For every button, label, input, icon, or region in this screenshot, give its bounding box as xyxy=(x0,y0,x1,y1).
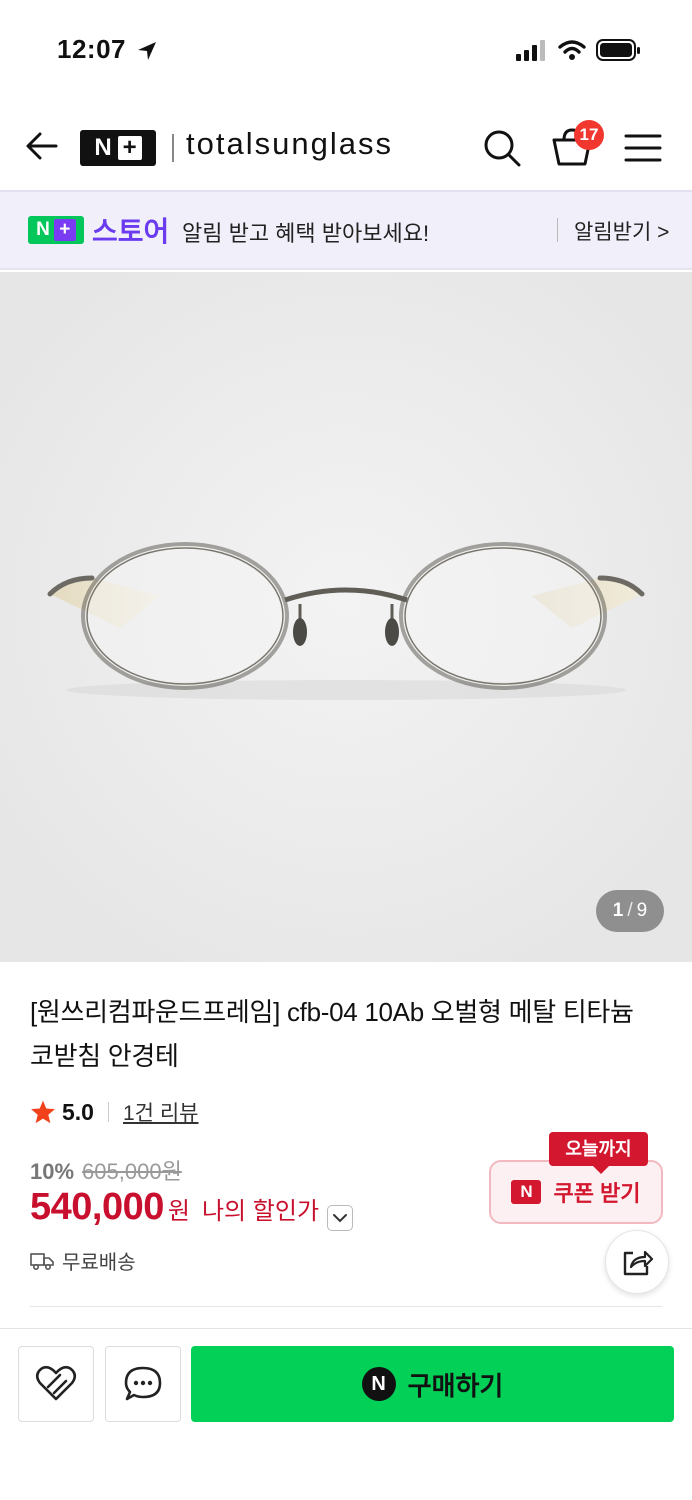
product-title: [원쓰리컴파운드프레임] cfb-04 10Ab 오벌형 메탈 티타늄 코받침 … xyxy=(30,997,634,1071)
notice-message: 알림 받고 혜택 받아보세요! xyxy=(182,221,430,246)
coupon-deadline-tag: 오늘까지 xyxy=(549,1132,648,1174)
product-image[interactable] xyxy=(0,272,692,962)
shipping-info: 무료배송 xyxy=(30,1246,136,1275)
wifi-icon xyxy=(558,40,586,60)
my-price-label[interactable]: 나의 할인가 xyxy=(202,1191,319,1226)
image-counter-total: 9 xyxy=(636,900,648,921)
sale-price: 540,000 xyxy=(30,1186,164,1228)
status-time: 12:07 xyxy=(57,34,126,64)
menu-icon[interactable] xyxy=(624,132,662,164)
coupon-label: 쿠폰 받기 xyxy=(553,1181,641,1206)
info-divider xyxy=(30,1306,662,1307)
rating-divider xyxy=(107,1102,109,1122)
star-icon xyxy=(31,1100,55,1124)
coupon-n-logo: N xyxy=(511,1180,542,1204)
brand-name[interactable]: totalsunglass xyxy=(186,126,393,162)
discount-row: 10% 605,000원 xyxy=(30,1154,182,1186)
notice-divider xyxy=(557,218,558,242)
naver-plus-logo-n: N xyxy=(36,219,50,240)
talk-talk-button[interactable] xyxy=(105,1346,181,1422)
battery-icon xyxy=(596,39,640,61)
buy-label: 구매하기 xyxy=(407,1370,504,1401)
image-counter: 1 / 9 xyxy=(596,890,664,932)
buy-button[interactable]: N 구매하기 xyxy=(191,1346,674,1422)
rating-row: 5.0 1건 리뷰 xyxy=(30,1097,198,1127)
price-row: 540,000 원 나의 할인가 xyxy=(30,1186,354,1231)
eyeglasses-illustration xyxy=(0,272,692,962)
store-label: 스토어 xyxy=(92,216,170,247)
header: N + totalsunglass 17 xyxy=(0,100,692,192)
heart-icon xyxy=(35,1365,77,1401)
shipping-text: 무료배송 xyxy=(62,1252,136,1274)
share-button[interactable] xyxy=(605,1230,669,1294)
chat-bubble-icon xyxy=(124,1366,162,1401)
location-arrow-icon xyxy=(138,42,156,60)
status-bar: 12:07 xyxy=(0,0,692,100)
cellular-signal-icon xyxy=(516,40,545,61)
price-unit: 원 xyxy=(167,1198,190,1225)
bottom-bar-divider xyxy=(0,1328,692,1329)
subscribe-alert-link[interactable]: 알림받기 > xyxy=(574,216,669,246)
chevron-down-icon xyxy=(333,1214,348,1223)
search-icon[interactable] xyxy=(482,128,522,168)
naver-plus-logo: N + xyxy=(28,216,84,244)
share-icon xyxy=(623,1250,653,1276)
npay-icon: N xyxy=(361,1367,396,1401)
discount-rate: 10% xyxy=(30,1159,75,1184)
brand-divider xyxy=(172,134,174,162)
brand-logo-n: N xyxy=(94,134,112,161)
notification-banner[interactable]: N + 스토어 알림 받고 혜택 받아보세요! 알림받기 > xyxy=(0,192,692,270)
delivery-truck-icon xyxy=(30,1252,54,1270)
image-counter-current: 1 xyxy=(612,900,624,921)
cart-count-badge: 17 xyxy=(574,120,604,150)
rating-score: 5.0 xyxy=(62,1098,94,1125)
original-price: 605,000원 xyxy=(82,1159,182,1184)
naver-plus-logo-plus: + xyxy=(53,219,76,241)
wishlist-button[interactable] xyxy=(18,1346,94,1422)
back-arrow-icon[interactable] xyxy=(24,128,60,164)
my-price-dropdown[interactable] xyxy=(327,1205,354,1231)
review-count-link[interactable]: 1건 리뷰 xyxy=(123,1097,198,1127)
brand-logo[interactable]: N + xyxy=(80,130,156,166)
status-indicators xyxy=(516,38,642,62)
coupon-button[interactable]: N 쿠폰 받기 xyxy=(489,1160,663,1224)
image-counter-separator: / xyxy=(627,900,633,921)
brand-logo-plus: + xyxy=(117,136,142,160)
